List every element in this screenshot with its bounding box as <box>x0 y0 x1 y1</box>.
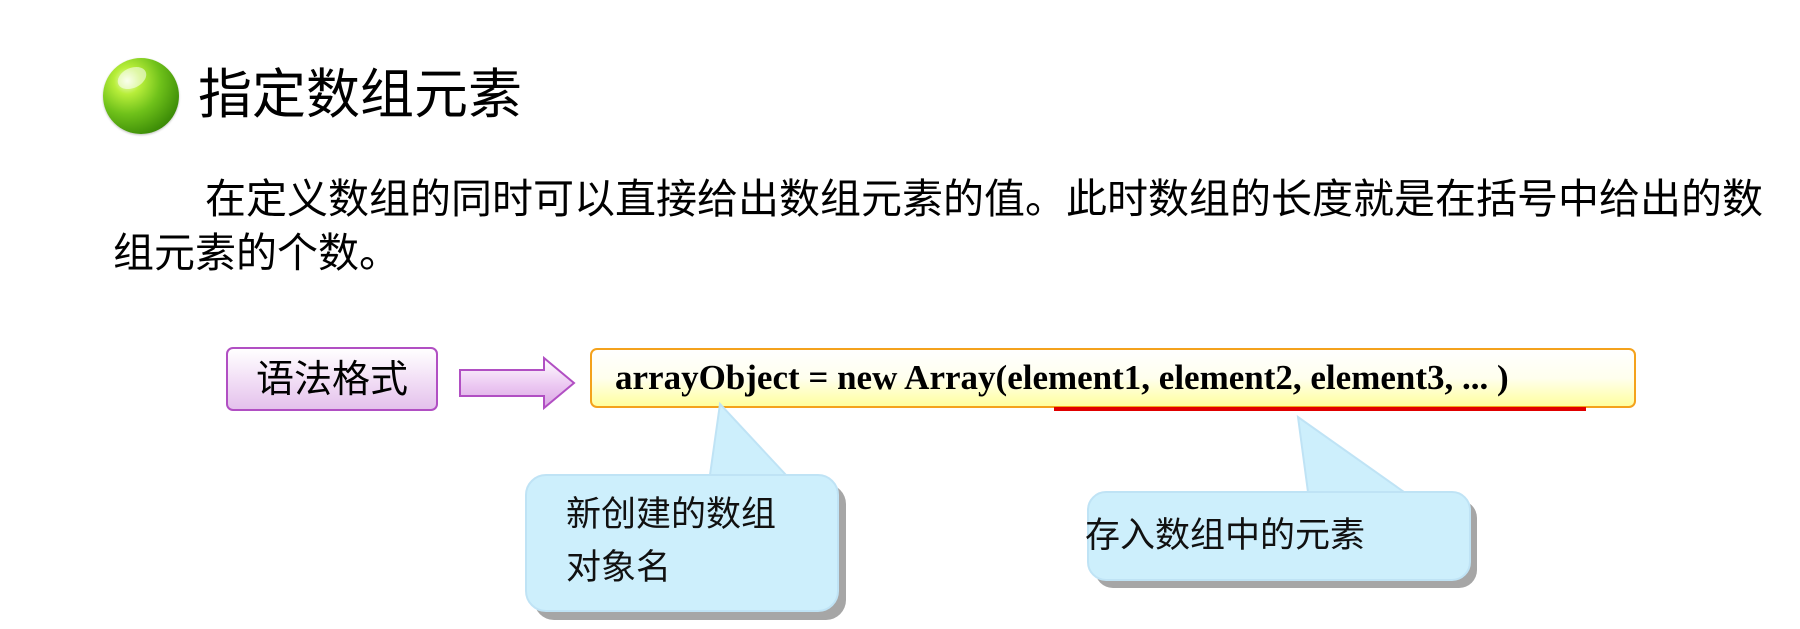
callout-elements-pointer <box>1296 414 1408 493</box>
callout-elements: 存入数组中的元素 <box>1085 516 1366 556</box>
callout-object-line-2: 对象名 <box>566 548 672 588</box>
callout-object-line-1: 新创建的数组 <box>566 495 777 535</box>
callout-shapes <box>525 401 1477 620</box>
callout-object-name: 新创建的数组 对象名 <box>566 489 826 595</box>
callout-object-pointer <box>708 401 789 476</box>
